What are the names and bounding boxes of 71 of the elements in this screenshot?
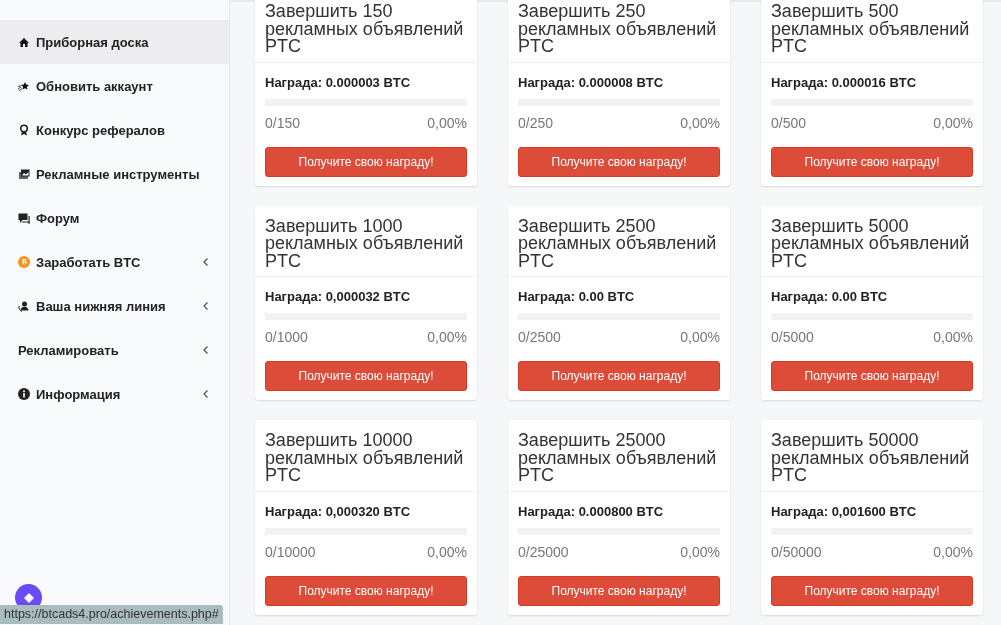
progress-count: 0/150 xyxy=(265,114,301,131)
sidebar-label: Обновить аккаунт xyxy=(36,78,154,94)
progress-percent: 0,00% xyxy=(933,114,973,131)
sidebar-item[interactable]: Форум xyxy=(0,196,229,240)
sidebar-label: Рекламировать xyxy=(18,342,120,358)
sidebar-item[interactable]: Рекламные инструменты xyxy=(0,152,229,196)
progress-count: 0/5000 xyxy=(771,329,814,345)
claim-reward-button[interactable]: Получите свою награду! xyxy=(265,146,467,177)
sidebar-item[interactable]: Конкурс рефералов xyxy=(0,108,229,152)
sidebar-item[interactable]: Заработать BTC xyxy=(0,240,229,284)
progress-percent: 0,00% xyxy=(680,543,720,560)
progress-count: 0/1000 xyxy=(265,329,308,345)
sidebar-item[interactable]: Приборная доска xyxy=(0,20,229,64)
sidebar-item[interactable]: Обновить аккаунт xyxy=(0,64,229,108)
sidebar-label: Форум xyxy=(36,210,81,226)
card-title: Завершить 10000 рекламных объявлений PTC xyxy=(265,432,465,485)
reward-text: Награда: 0.000016 BTC xyxy=(771,74,918,90)
claim-reward-button[interactable]: Получите свою награду! xyxy=(265,361,467,391)
progress-count: 0/250 xyxy=(518,114,554,131)
progress-count: 0/2500 xyxy=(518,329,561,345)
reward-text: Награда: 0.000003 BTC xyxy=(265,74,412,90)
card-title: Завершить 150 рекламных объявлений PTC xyxy=(265,3,465,56)
progress-percent: 0,00% xyxy=(427,543,467,560)
sidebar-item[interactable]: Ваша нижняя линия xyxy=(0,284,229,328)
claim-reward-button[interactable]: Получите свою награду! xyxy=(518,575,720,606)
card-title: Завершить 250 рекламных объявлений PTC xyxy=(518,3,718,56)
claim-reward-button[interactable]: Получите свою награду! xyxy=(518,146,720,177)
reward-text: Награда: 0,000320 BTC xyxy=(265,503,412,519)
url-tooltip: https://btcads4.pro/achievements.php# xyxy=(0,605,223,624)
star-icon xyxy=(18,80,30,92)
reward-text: Награда: 0.00 BTC xyxy=(518,289,636,304)
claim-reward-button[interactable]: Получите свою награду! xyxy=(771,575,973,606)
sidebar-label: Рекламные инструменты xyxy=(36,166,201,182)
progress-percent: 0,00% xyxy=(427,114,467,131)
claim-reward-button[interactable]: Получите свою награду! xyxy=(771,361,973,391)
sidebar-label: Приборная доска xyxy=(36,34,150,50)
progress-count: 0/10000 xyxy=(265,543,316,560)
progress-percent: 0,00% xyxy=(933,543,973,560)
sidebar-label: Ваша нижняя линия xyxy=(36,298,167,314)
progress-count: 0/25000 xyxy=(518,543,569,560)
sidebar-label: Заработать BTC xyxy=(36,254,142,270)
card-title: Завершить 1000 рекламных объявлений PTC xyxy=(265,217,465,270)
progress-percent: 0,00% xyxy=(933,329,973,345)
progress-percent: 0,00% xyxy=(680,114,720,131)
claim-reward-button[interactable]: Получите свою награду! xyxy=(771,146,973,177)
claim-reward-button[interactable]: Получите свою награду! xyxy=(518,361,720,391)
card-title: Завершить 25000 рекламных объявлений PTC xyxy=(518,432,718,485)
reward-text: Награда: 0.00 BTC xyxy=(771,289,889,304)
reward-text: Награда: 0,001600 BTC xyxy=(771,503,918,519)
progress-count: 0/50000 xyxy=(771,543,822,560)
sidebar-item[interactable]: Информация xyxy=(0,372,229,416)
chat-icon xyxy=(18,212,30,224)
card-title: Завершить 50000 рекламных объявлений PTC xyxy=(771,432,971,485)
claim-reward-button[interactable]: Получите свою награду! xyxy=(265,575,467,606)
reward-text: Награда: 0.000800 BTC xyxy=(518,503,665,519)
reward-text: Награда: 0.000008 BTC xyxy=(518,74,665,90)
card-title: Завершить 2500 рекламных объявлений PTC xyxy=(518,217,718,270)
card-title: Завершить 500 рекламных объявлений PTC xyxy=(771,3,971,56)
images-icon xyxy=(18,168,30,180)
progress-percent: 0,00% xyxy=(427,329,467,345)
info-icon xyxy=(18,388,30,400)
user-icon xyxy=(18,300,30,312)
progress-count: 0/500 xyxy=(771,114,807,131)
progress-percent: 0,00% xyxy=(680,329,720,345)
home-icon xyxy=(18,36,30,48)
card-title: Завершить 5000 рекламных объявлений PTC xyxy=(771,217,971,270)
sidebar-item[interactable]: Рекламировать xyxy=(0,328,229,372)
sidebar-label: Информация xyxy=(36,386,122,402)
sidebar-label: Конкурс рефералов xyxy=(36,122,166,138)
reward-text: Награда: 0,000032 BTC xyxy=(265,289,412,304)
award-icon xyxy=(18,124,30,136)
